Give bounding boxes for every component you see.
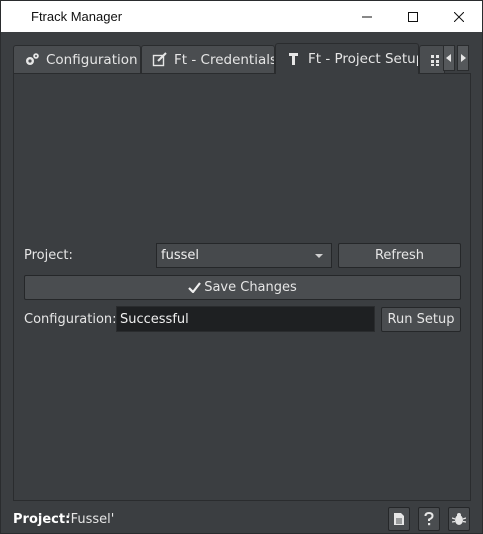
tab-label: Ft - Project Setup [308,51,419,67]
report-bug-button[interactable] [448,507,470,531]
window-title: Ftrack Manager [31,9,123,24]
run-setup-label: Run Setup [387,312,455,327]
status-project-label: Project: [13,512,71,527]
document-icon [394,513,404,525]
wrench-icon [286,51,302,67]
checkmark-icon [188,282,202,293]
tab-configuration[interactable]: Configuration [13,45,141,73]
edit-icon [152,51,168,68]
chevron-right-icon [461,54,466,62]
project-setup-panel: Project: fussel Refresh Save Changes Con… [13,73,471,501]
maximize-button[interactable] [390,1,436,32]
question-icon [424,512,434,526]
project-select-value: fussel [161,248,199,263]
project-select[interactable]: fussel [156,243,332,268]
configuration-status-field[interactable]: Successful [116,306,375,332]
help-button[interactable] [418,507,440,531]
title-bar[interactable]: Ftrack Manager [1,1,482,32]
tab-label: Ft - Credentials [174,51,275,68]
minimize-icon [362,16,372,17]
save-changes-button[interactable]: Save Changes [24,275,461,300]
grid-icon [430,52,442,68]
configuration-label: Configuration: [24,312,117,327]
close-icon [454,11,464,22]
tab-scroll-left-button[interactable] [443,45,455,71]
close-button[interactable] [436,1,482,32]
bug-icon [452,513,466,525]
tab-label: Configuration [46,51,138,68]
refresh-button-label: Refresh [374,248,425,263]
run-setup-button[interactable]: Run Setup [381,307,461,332]
app-window: Ftrack Manager Configuration Ft - Creden… [0,0,483,534]
chevron-left-icon [446,54,451,62]
tab-bar: Configuration Ft - Credentials Ft - Proj… [13,43,471,74]
tab-credentials[interactable]: Ft - Credentials [141,45,275,73]
status-project-value: 'Fussel' [67,512,115,527]
chevron-down-icon [315,254,323,258]
tab-scroll-right-button[interactable] [457,45,469,71]
tab-more[interactable] [419,45,445,73]
maximize-icon [408,11,418,22]
save-changes-label: Save Changes [204,280,297,295]
project-label: Project: [24,248,73,263]
configuration-status-value: Successful [120,311,189,327]
status-bar: Project: 'Fussel' [1,505,482,533]
tab-project-setup[interactable]: Ft - Project Setup [275,43,419,74]
refresh-button[interactable]: Refresh [338,243,461,268]
log-button[interactable] [388,507,410,531]
gears-icon [24,52,40,68]
minimize-button[interactable] [344,1,390,32]
